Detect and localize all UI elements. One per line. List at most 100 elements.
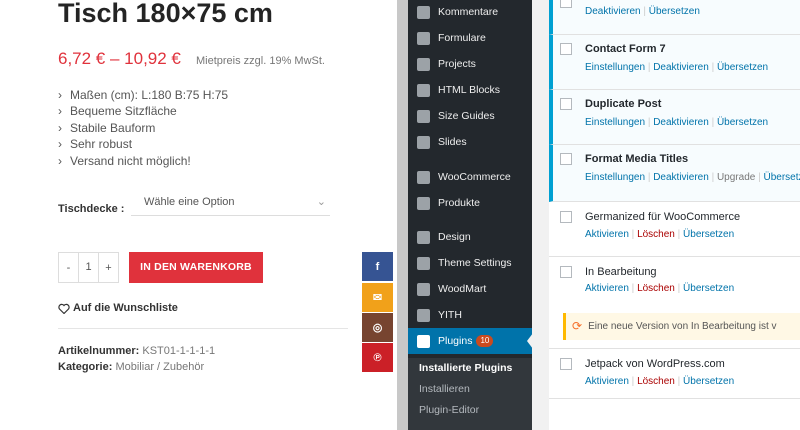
form-icon	[417, 31, 430, 45]
delete-link[interactable]: Löschen	[637, 283, 675, 294]
translate-link[interactable]: Übersetzen	[683, 229, 734, 240]
translate-link[interactable]: Übersetzen	[763, 172, 800, 183]
category-link[interactable]: Mobiliar / Zubehör	[115, 361, 204, 373]
row-actions: Aktivieren | Löschen | Übersetzen	[585, 376, 735, 387]
qty-plus-button[interactable]: +	[99, 262, 118, 274]
sidebar-item-projects[interactable]: Projects	[408, 51, 532, 77]
row-actions: Aktivieren | Löschen | Übersetzen	[585, 283, 735, 294]
row-actions: Einstellungen | Deaktivieren | Übersetze…	[585, 117, 769, 128]
table-row: Deaktivieren | Übersetzen	[549, 0, 800, 35]
plugin-name: Duplicate Post	[585, 98, 662, 110]
sidebar-item-woodmart[interactable]: WoodMart	[408, 276, 532, 302]
pinterest-share-button[interactable]: ℗	[362, 343, 393, 372]
row-checkbox[interactable]	[560, 266, 572, 278]
pinterest-icon: ℗	[373, 351, 382, 364]
brush-icon	[417, 230, 430, 244]
translate-link[interactable]: Übersetzen	[717, 117, 768, 128]
table-row: Jetpack von WordPress.com Aktivieren | L…	[549, 349, 800, 399]
sidebar-item-html-blocks[interactable]: HTML Blocks	[408, 77, 532, 103]
row-checkbox[interactable]	[560, 358, 572, 370]
translate-link[interactable]: Übersetzen	[649, 6, 700, 17]
deactivate-link[interactable]: Deaktivieren	[653, 172, 709, 183]
instagram-share-button[interactable]: ◎	[362, 313, 393, 342]
plugins-table: Deaktivieren | Übersetzen Contact Form 7…	[549, 0, 800, 430]
row-checkbox[interactable]	[560, 0, 572, 8]
sidebar-item-design[interactable]: Design	[408, 224, 532, 250]
translate-link[interactable]: Übersetzen	[683, 376, 734, 387]
activate-link[interactable]: Aktivieren	[585, 283, 629, 294]
product-page: Tisch 180×75 cm 6,72 € – 10,92 € Mietpre…	[0, 0, 400, 430]
row-checkbox[interactable]	[560, 43, 572, 55]
sidebar-item-kommentare[interactable]: Kommentare	[408, 0, 532, 25]
upgrade-link[interactable]: Upgrade	[717, 172, 755, 183]
sidebar-item-size-guides[interactable]: Size Guides	[408, 103, 532, 129]
heart-icon	[58, 303, 70, 314]
sidebar-item-plugins[interactable]: Plugins 10	[408, 328, 532, 354]
sidebar-item-slides[interactable]: Slides	[408, 129, 532, 155]
table-row: Contact Form 7 Einstellungen | Deaktivie…	[549, 35, 800, 90]
facebook-share-button[interactable]: f	[362, 252, 393, 281]
delete-link[interactable]: Löschen	[637, 376, 675, 387]
settings-link[interactable]: Einstellungen	[585, 62, 645, 73]
submenu-install[interactable]: Installieren	[408, 379, 532, 400]
feature-list: › Maßen (cm): L:180 B:75 H:75 › Bequeme Si…	[58, 87, 228, 169]
translate-link[interactable]: Übersetzen	[717, 62, 768, 73]
yith-icon	[417, 308, 430, 322]
list-item: › Sehr robust	[58, 137, 133, 152]
qty-minus-button[interactable]: -	[59, 262, 78, 274]
instagram-icon: ◎	[372, 322, 383, 334]
variation-select[interactable]: Wähle eine Option ⌄	[131, 193, 330, 216]
sidebar-item-produkte[interactable]: Produkte	[408, 190, 532, 216]
chevron-right-icon: ›	[58, 137, 62, 152]
portfolio-icon	[417, 57, 430, 71]
row-actions: Einstellungen | Deaktivieren | Übersetze…	[585, 62, 769, 73]
quantity-stepper[interactable]: - 1 +	[58, 252, 119, 283]
plugin-name: Contact Form 7	[585, 43, 666, 55]
wishlist-link[interactable]: Auf die Wunschliste	[58, 302, 178, 314]
plugins-submenu: Installierte Plugins Installieren Plugin…	[408, 358, 532, 430]
deactivate-link[interactable]: Deaktivieren	[585, 6, 641, 17]
chevron-down-icon: ⌄	[316, 196, 326, 208]
chevron-right-icon: ›	[58, 120, 62, 135]
category: Kategorie: Mobiliar / Zubehör	[58, 361, 205, 373]
activate-link[interactable]: Aktivieren	[585, 376, 629, 387]
qty-input[interactable]: 1	[78, 253, 99, 282]
sidebar-item-yith[interactable]: YITH	[408, 302, 532, 328]
settings-link[interactable]: Einstellungen	[585, 172, 645, 183]
activate-link[interactable]: Aktivieren	[585, 229, 629, 240]
slides-icon	[417, 135, 430, 149]
admin-sidebar: Kommentare Formulare Projects HTML Block…	[408, 0, 532, 430]
list-item: › Maßen (cm): L:180 B:75 H:75	[58, 88, 229, 102]
plugins-panel: Deaktivieren | Übersetzen Contact Form 7…	[532, 0, 800, 430]
variation-label: Tischdecke :	[58, 203, 125, 215]
blocks-icon	[417, 83, 430, 97]
email-share-button[interactable]: ✉	[362, 283, 393, 312]
submenu-plugin-editor[interactable]: Plugin-Editor	[408, 400, 532, 421]
settings-link[interactable]: Einstellungen	[585, 117, 645, 128]
plugin-icon	[417, 334, 430, 348]
row-checkbox[interactable]	[560, 98, 572, 110]
row-actions: Deaktivieren | Übersetzen	[585, 6, 700, 17]
translate-link[interactable]: Übersetzen	[683, 283, 734, 294]
chevron-right-icon: ›	[58, 88, 62, 102]
row-checkbox[interactable]	[560, 153, 572, 165]
sidebar-item-woocommerce[interactable]: WooCommerce	[408, 164, 532, 190]
email-icon: ✉	[372, 292, 383, 304]
sidebar-item-formulare[interactable]: Formulare	[408, 25, 532, 51]
deactivate-link[interactable]: Deaktivieren	[653, 117, 709, 128]
deactivate-link[interactable]: Deaktivieren	[653, 62, 709, 73]
chevron-right-icon: ›	[58, 153, 62, 168]
add-to-cart-button[interactable]: IN DEN WARENKORB	[129, 252, 263, 283]
product-title: Tisch 180×75 cm	[58, 0, 273, 28]
sidebar-item-theme-settings[interactable]: Theme Settings	[408, 250, 532, 276]
scrollbar[interactable]	[397, 0, 408, 430]
settings-icon	[417, 256, 430, 270]
row-checkbox[interactable]	[560, 211, 572, 223]
comment-icon	[417, 5, 430, 19]
submenu-installed-plugins[interactable]: Installierte Plugins	[408, 358, 532, 379]
table-row: Format Media Titles Einstellungen | Deak…	[549, 145, 800, 202]
chevron-right-icon: ›	[58, 104, 62, 119]
list-item: › Versand nicht möglich!	[58, 153, 191, 168]
delete-link[interactable]: Löschen	[637, 229, 675, 240]
update-icon: ⟳	[572, 319, 583, 333]
